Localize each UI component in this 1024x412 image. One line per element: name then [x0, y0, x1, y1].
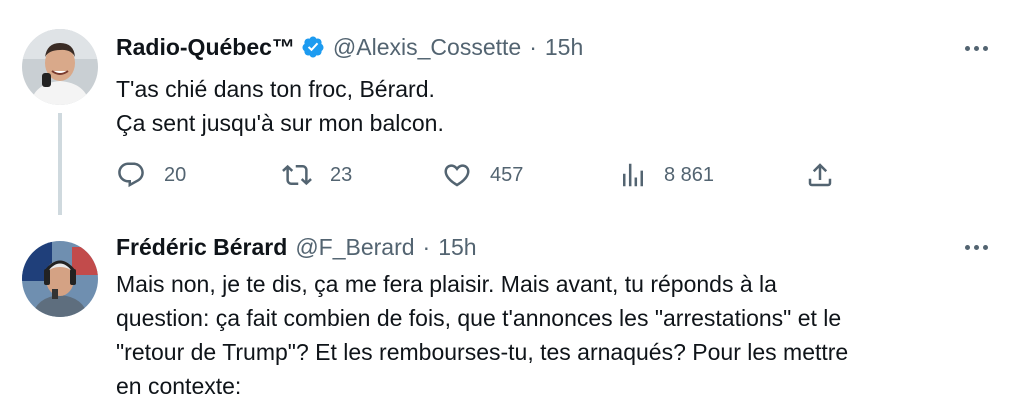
tweet-frederic-berard[interactable]: Frédéric Bérard @F_Berard · 15h Mais non… [0, 215, 1024, 412]
tweet-radio-quebec[interactable]: Radio-Québec™ @Alexis_Cossette · 15h T'a… [0, 0, 1024, 215]
author-name[interactable]: Frédéric Bérard [116, 234, 287, 261]
views-button[interactable]: 8 861 [618, 155, 714, 195]
author-handle[interactable]: @F_Berard [295, 234, 414, 261]
reply-button[interactable]: 20 [116, 155, 186, 195]
separator-dot: · [422, 233, 431, 260]
like-count: 457 [490, 163, 524, 186]
tweet-text-line: "retour de Trump"? Et les rembourses-tu,… [116, 339, 849, 365]
avatar[interactable] [22, 241, 98, 317]
retweet-count: 23 [330, 163, 353, 186]
more-horizontal-icon[interactable] [960, 36, 992, 60]
tweet-actions: 20 23 457 8 861 [0, 155, 1024, 195]
author-name[interactable]: Radio-Québec™ [116, 34, 295, 61]
tweet-text-line: en contexte: [116, 373, 242, 399]
views-count: 8 861 [664, 163, 715, 186]
tweet-text-line: T'as chié dans ton froc, Bérard. [116, 76, 435, 102]
reply-count: 20 [164, 163, 187, 186]
avatar[interactable] [22, 29, 98, 105]
tweet-text-line: Ça sent jusqu'à sur mon balcon. [116, 110, 444, 136]
author-handle[interactable]: @Alexis_Cossette [333, 34, 521, 61]
reply-icon [118, 162, 144, 188]
tweet-text: Mais non, je te dis, ça me fera plaisir.… [116, 267, 984, 403]
timestamp[interactable]: 15h [438, 234, 476, 261]
like-button[interactable]: 457 [442, 155, 523, 195]
more-horizontal-icon[interactable] [960, 235, 992, 259]
tweet-text-line: question: ça fait combien de fois, que t… [116, 305, 842, 331]
verified-badge-icon [302, 36, 324, 58]
tweet-text-line: Mais non, je te dis, ça me fera plaisir.… [116, 271, 777, 297]
tweet-header: Frédéric Bérard @F_Berard · 15h [116, 230, 477, 264]
tweet-header: Radio-Québec™ @Alexis_Cossette · 15h [116, 30, 583, 64]
heart-icon [444, 164, 470, 187]
timestamp[interactable]: 15h [545, 34, 583, 61]
views-chart-icon [623, 163, 643, 187]
share-button[interactable] [805, 155, 835, 195]
retweet-icon [282, 164, 312, 186]
tweet-text: T'as chié dans ton froc, Bérard. Ça sent… [116, 72, 984, 140]
share-icon [808, 163, 832, 187]
retweet-button[interactable]: 23 [282, 155, 352, 195]
separator-dot: · [529, 33, 537, 60]
